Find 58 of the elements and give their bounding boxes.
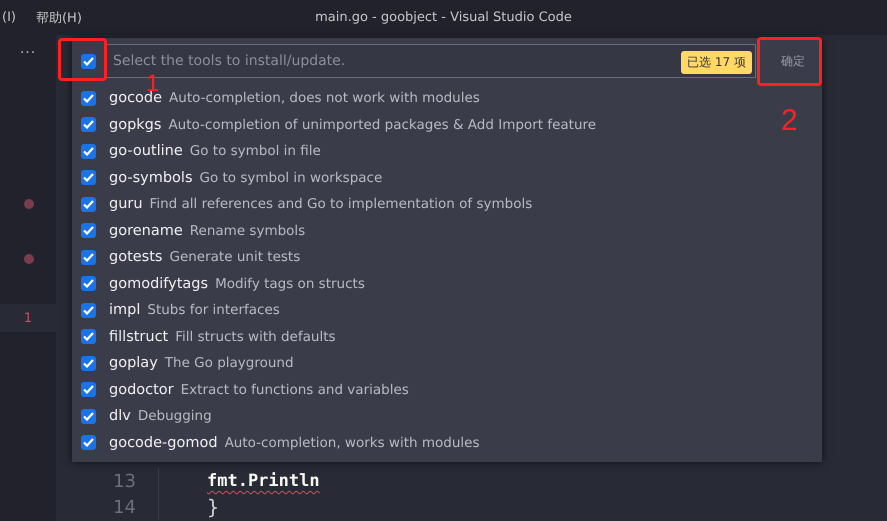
- selected-count-badge: 已选 17 项: [681, 51, 752, 74]
- tool-name[interactable]: gomodifytags: [109, 276, 208, 292]
- tool-description: Go to symbol in workspace: [200, 170, 382, 186]
- tool-checkbox[interactable]: [81, 382, 96, 398]
- breakpoint-dot: [24, 199, 34, 209]
- line-number: 14: [112, 496, 136, 518]
- tool-checkbox[interactable]: [81, 90, 96, 106]
- tool-description: Go to symbol in file: [190, 143, 321, 160]
- tool-checkbox[interactable]: [81, 170, 96, 186]
- tool-description: Generate unit tests: [169, 249, 300, 266]
- tool-name[interactable]: dlv: [109, 408, 131, 424]
- tool-checkbox[interactable]: [81, 250, 96, 265]
- tool-name[interactable]: go-outline: [109, 143, 183, 160]
- tool-name[interactable]: goplay: [109, 355, 158, 372]
- tool-description: Find all references and Go to implementation of symbols: [150, 196, 532, 212]
- annotation-number: 2: [781, 104, 798, 138]
- tool-checkbox[interactable]: [81, 435, 96, 450]
- tool-checkbox[interactable]: [81, 302, 96, 318]
- tool-description: Extract to functions and variables: [180, 382, 409, 398]
- tool-checkbox[interactable]: [81, 117, 96, 132]
- tool-name[interactable]: gocode-gomod: [109, 434, 218, 451]
- highlight-frame: [58, 38, 107, 81]
- tool-checkbox[interactable]: [81, 223, 96, 238]
- tool-description: Auto-completion of unimported packages & Add Import feature: [168, 116, 596, 133]
- tool-checkbox[interactable]: [81, 196, 96, 212]
- tool-description: Auto-completion, works with modules: [224, 434, 480, 451]
- window-title: main.go - goobject - Visual Studio Code: [315, 10, 572, 25]
- tool-checkbox[interactable]: [81, 276, 96, 292]
- tool-name[interactable]: gopkgs: [109, 116, 162, 133]
- tool-name[interactable]: guru: [109, 196, 143, 212]
- line-number: 13: [112, 470, 136, 492]
- code-text: fmt.Println: [207, 471, 320, 491]
- tool-description: Debugging: [138, 408, 212, 424]
- tool-name[interactable]: go-symbols: [109, 170, 192, 186]
- tool-name[interactable]: gotests: [109, 249, 162, 266]
- tool-name[interactable]: gorename: [109, 222, 183, 239]
- problem-count: 1: [0, 304, 56, 332]
- tool-checkbox[interactable]: [81, 356, 96, 371]
- tool-checkbox[interactable]: [81, 329, 96, 344]
- tool-name[interactable]: fillstruct: [109, 328, 168, 345]
- tool-checkbox[interactable]: [81, 408, 96, 424]
- tool-name[interactable]: godoctor: [109, 382, 174, 398]
- tool-description: Auto-completion, does not work with modules: [169, 90, 480, 106]
- tool-name[interactable]: impl: [109, 302, 140, 318]
- select-all-checkbox[interactable]: [81, 54, 96, 68]
- ok-button[interactable]: 确定: [764, 44, 822, 78]
- tool-checkbox[interactable]: [81, 144, 96, 159]
- code-text: }: [207, 495, 220, 519]
- tool-description: Fill structs with defaults: [175, 328, 336, 345]
- highlight-frame: [757, 37, 822, 86]
- breakpoint-dot: [24, 254, 34, 264]
- tool-description: Stubs for interfaces: [147, 302, 280, 318]
- menu-item[interactable]: (I): [0, 10, 26, 25]
- menu-item[interactable]: 帮助(H): [26, 8, 92, 26]
- tool-description: The Go playground: [164, 355, 294, 372]
- more-icon[interactable]: ···: [0, 45, 56, 61]
- tool-description: Rename symbols: [190, 222, 306, 239]
- tool-description: Modify tags on structs: [215, 276, 365, 292]
